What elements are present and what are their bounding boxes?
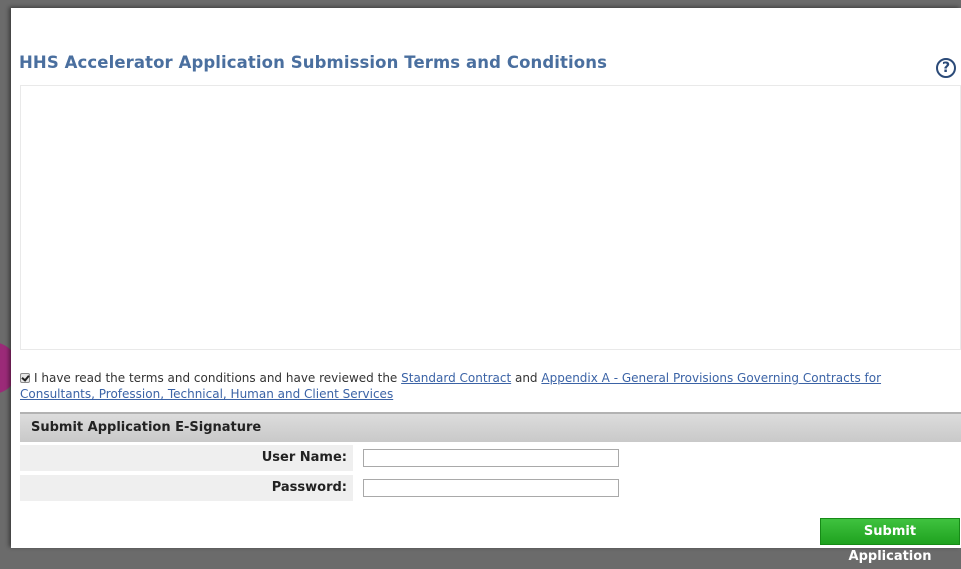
agreement-text-before: I have read the terms and conditions and… <box>34 371 402 385</box>
help-icon[interactable]: ? <box>936 58 956 78</box>
submit-application-button[interactable]: Submit Application <box>820 518 960 564</box>
password-label: Password: <box>20 475 353 501</box>
password-row: Password: <box>20 475 961 501</box>
agreement-row: I have read the terms and conditions and… <box>20 370 955 402</box>
standard-contract-link[interactable]: Standard Contract <box>401 371 511 385</box>
terms-text-box[interactable] <box>20 85 961 350</box>
agreement-text-and: and <box>511 371 542 385</box>
username-label: User Name: <box>20 445 353 471</box>
password-input[interactable] <box>363 479 619 497</box>
username-input[interactable] <box>363 449 619 467</box>
signature-section-header: Submit Application E-Signature <box>20 412 961 442</box>
username-row: User Name: <box>20 445 961 471</box>
terms-panel: HHS Accelerator Application Submission T… <box>11 8 961 564</box>
page-title: HHS Accelerator Application Submission T… <box>19 53 607 72</box>
agree-checkbox[interactable] <box>20 373 30 383</box>
